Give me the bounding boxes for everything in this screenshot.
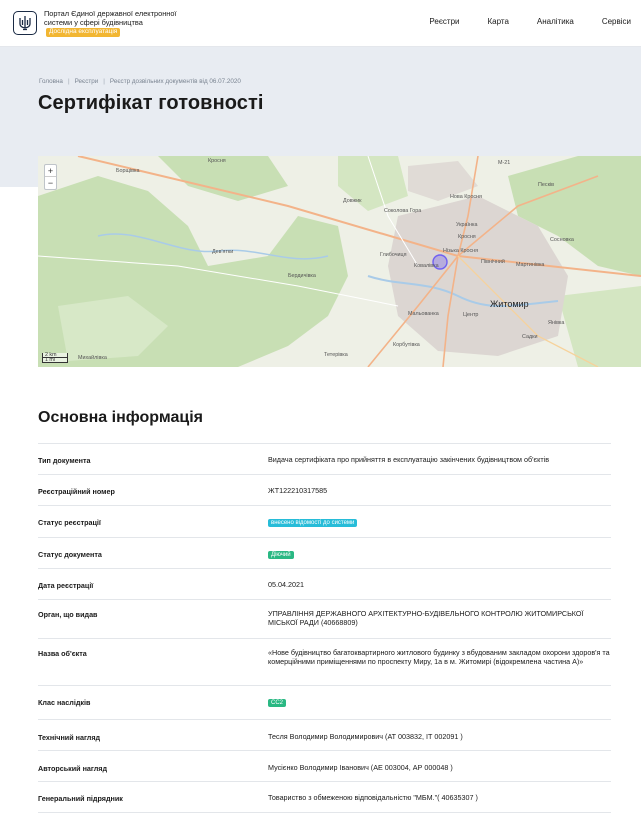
map-label: Ковалівка [414,263,439,269]
map-label: Борщівка [116,168,140,174]
map-label: Бердичівка [288,273,316,279]
row-value: Мусієнко Володимир Іванович (АЕ 003004, … [268,763,453,772]
map-label: M-21 [498,160,511,166]
section-title: Основна інформація [38,409,203,426]
row-label: Генеральний підрядник [38,794,123,803]
breadcrumb: Головна | Реєстри | Реєстр дозвільних до… [39,78,241,85]
map-label: Нова Кросня [450,194,482,200]
info-row-doc-type: Тип документа Видача сертифіката про при… [38,443,611,474]
breadcrumb-home[interactable]: Головна [39,78,63,85]
page-title: Сертифікат готовності [38,92,264,114]
info-row-doc-status: Статус документа Діючий [38,537,611,568]
breadcrumb-registries[interactable]: Реєстри [75,78,99,85]
info-row-object-name: Назва об'єкта «Нове будівництво багатокв… [38,638,611,685]
map-label: Мальованка [408,311,439,317]
info-row-divider [38,812,611,822]
row-value: Товариство з обмеженою відповідальністю … [268,793,478,802]
nav-analytics[interactable]: Аналітика [537,17,574,26]
trident-icon[interactable] [13,11,37,35]
breadcrumb-separator: | [103,78,105,85]
row-label: Статус реєстрації [38,518,101,527]
row-label: Орган, що видав [38,610,98,619]
map-label: Довжик [343,198,362,204]
map-label: Песків [538,182,554,188]
status-badge: Діючий [268,551,294,559]
nav-map[interactable]: Карта [488,17,509,26]
map-label: Корбутівка [393,342,420,348]
map-label: Садки [522,334,538,340]
map-label-city: Житомир [490,299,529,309]
row-value: «Нове будівництво багатоквартирного житл… [268,648,610,666]
scale-mi: 1 mi [42,357,68,363]
row-value: 05.04.2021 [268,580,304,589]
map-label: Михайлівка [78,355,107,361]
map-label: Мартинівка [516,262,545,268]
info-table: Тип документа Видача сертифіката про при… [38,443,611,822]
map-label: Тетерівка [324,352,348,358]
map-label: Соколова Гора [384,208,422,214]
row-value-wrap: внесено відомості до системи [268,518,611,527]
location-map[interactable]: + − 2 km 1 mi Борщівка Кросня Довжик Сок… [38,156,641,367]
zoom-in-button[interactable]: + [45,165,56,177]
nav-services[interactable]: Сервіси [602,17,631,26]
zoom-control: + − [44,164,57,190]
row-label: Назва об'єкта [38,649,87,658]
row-label: Авторський нагляд [38,764,108,773]
info-row-general-contractor: Генеральний підрядник Товариство з обмеж… [38,781,611,812]
row-value-wrap: Діючий [268,550,611,559]
row-label: Реєстраційний номер [38,487,115,496]
row-value: Видача сертифіката про прийняття в експл… [268,455,550,464]
info-row-author-supervision: Авторський нагляд Мусієнко Володимир Іва… [38,750,611,781]
row-value: ЖТ122210317585 [268,486,328,495]
status-badge: внесено відомості до системи [268,519,358,527]
zoom-out-button[interactable]: − [45,177,56,189]
map-label: Нізька Кросня [443,248,479,254]
map-label: Кросня [208,158,226,164]
row-label: Технічний нагляд [38,733,101,742]
row-value-wrap: СС2 [268,698,611,707]
beta-badge: Дослідна експлуатація [46,28,121,37]
row-label: Клас наслідків [38,698,91,707]
info-row-issuer: Орган, що видав УПРАВЛІННЯ ДЕРЖАВНОГО АР… [38,599,611,638]
map-label: Сосновка [550,237,574,243]
portal-title[interactable]: Портал Єдиної державної електронної сист… [44,9,184,37]
info-row-tech-supervision: Технічний нагляд Тесля Володимир Володим… [38,719,611,750]
map-label: Кросня [458,234,476,240]
site-header: Портал Єдиної державної електронної сист… [0,0,641,47]
row-label: Статус документа [38,550,102,559]
main-nav: Реєстри Карта Аналітика Сервіси [401,17,631,26]
map-label: Українка [456,222,478,228]
map-label: Північний [481,259,505,265]
info-row-consequence-class: Клас наслідків СС2 [38,685,611,719]
row-label: Дата реєстрації [38,581,94,590]
class-badge: СС2 [268,699,287,707]
map-scale: 2 km 1 mi [42,352,68,363]
row-label: Тип документа [38,456,91,465]
breadcrumb-separator: | [67,78,70,85]
map-label: Янівка [548,320,565,326]
info-row-reg-date: Дата реєстрації 05.04.2021 [38,568,611,599]
row-value: Тесля Володимир Володимирович (АТ 003832… [268,732,463,741]
nav-registries[interactable]: Реєстри [429,17,459,26]
info-row-reg-number: Реєстраційний номер ЖТ122210317585 [38,474,611,505]
info-row-reg-status: Статус реєстрації внесено відомості до с… [38,505,611,537]
map-label: Дев'ятки [212,249,234,255]
map-label: Центр [463,312,479,318]
breadcrumb-current[interactable]: Реєстр дозвільних документів від 06.07.2… [110,78,241,85]
map-label: Глибочиця [380,252,407,258]
row-value: УПРАВЛІННЯ ДЕРЖАВНОГО АРХІТЕКТУРНО-БУДІВ… [268,609,584,627]
